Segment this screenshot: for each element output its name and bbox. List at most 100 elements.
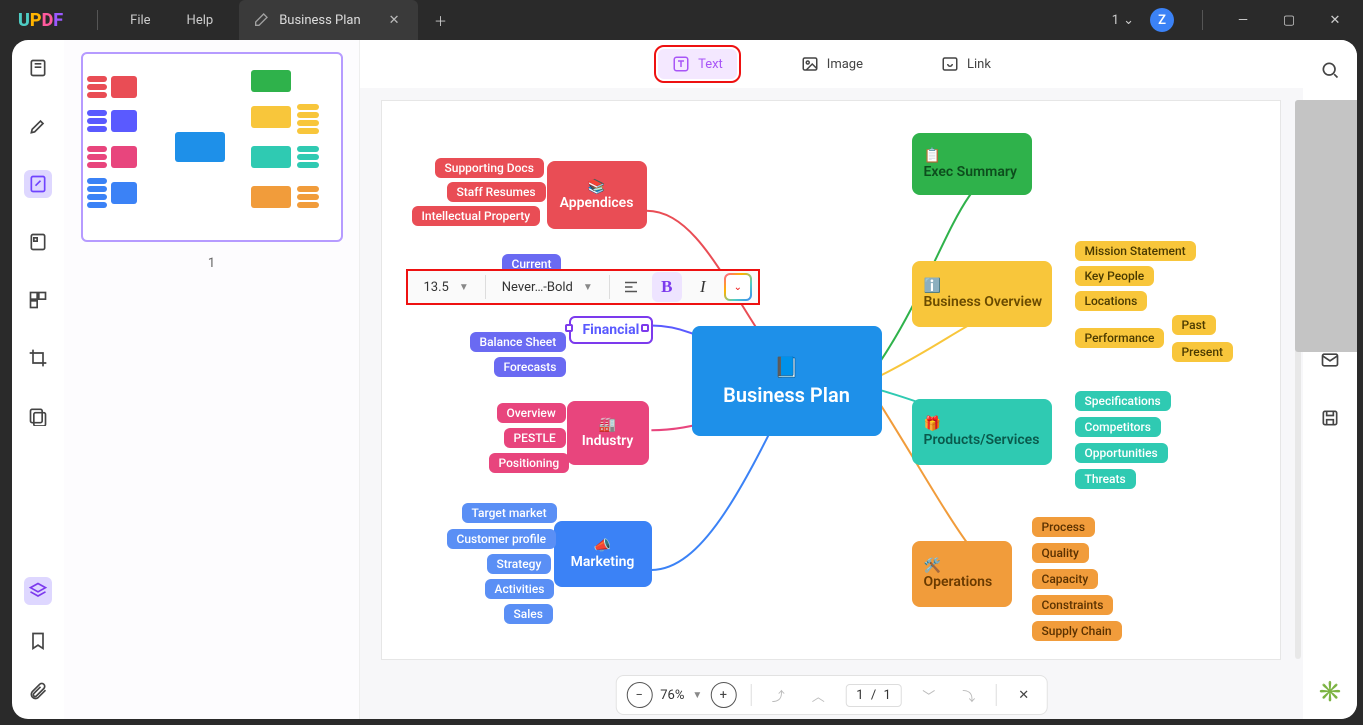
- node-label: Appendices: [560, 195, 634, 211]
- minimize-button[interactable]: —: [1223, 4, 1263, 36]
- zoom-out-button[interactable]: −: [626, 682, 652, 708]
- menu-help[interactable]: Help: [169, 0, 232, 40]
- node-products[interactable]: 🎁 Products/Services: [912, 399, 1052, 465]
- pill-keypeople[interactable]: Key People: [1075, 266, 1155, 286]
- pill-ip[interactable]: Intellectual Property: [412, 206, 541, 226]
- node-marketing[interactable]: 📣 Marketing: [554, 521, 652, 587]
- tools-icon: 🛠️: [924, 558, 941, 574]
- avatar[interactable]: Z: [1150, 8, 1174, 32]
- divider: [485, 275, 486, 299]
- menu-file[interactable]: File: [112, 0, 168, 40]
- image-tool[interactable]: Image: [787, 49, 877, 79]
- document-tab[interactable]: Business Plan ✕: [239, 0, 417, 40]
- reader-icon[interactable]: [24, 54, 52, 82]
- pill-balance[interactable]: Balance Sheet: [470, 332, 567, 352]
- chevron-down-icon: ⌄: [1123, 13, 1134, 28]
- pill-process[interactable]: Process: [1032, 517, 1096, 537]
- pill-activities[interactable]: Activities: [485, 579, 555, 599]
- eraser-icon: [253, 12, 269, 28]
- pill-constraints[interactable]: Constraints: [1032, 595, 1114, 615]
- pill-quality[interactable]: Quality: [1032, 543, 1089, 563]
- zoom-in-button[interactable]: +: [710, 682, 736, 708]
- last-page-button[interactable]: ⤵: [956, 682, 982, 708]
- pill-competitors[interactable]: Competitors: [1075, 417, 1161, 437]
- pill-strategy[interactable]: Strategy: [487, 554, 552, 574]
- maximize-button[interactable]: ▢: [1269, 4, 1309, 36]
- font-size-dropdown[interactable]: 13.5 ▼: [414, 273, 479, 301]
- resize-handle[interactable]: [641, 324, 649, 332]
- scrollbar-thumb[interactable]: [1295, 100, 1357, 352]
- node-center[interactable]: 📘 Business Plan: [692, 326, 882, 436]
- canvas-page[interactable]: 📘 Business Plan 📚 Appendices Supporting …: [381, 100, 1281, 660]
- bold-button[interactable]: B: [652, 272, 682, 302]
- pill-threats[interactable]: Threats: [1075, 469, 1136, 489]
- pill-supporting-docs[interactable]: Supporting Docs: [435, 158, 544, 178]
- form-icon[interactable]: [24, 228, 52, 256]
- node-industry[interactable]: 🏭 Industry: [567, 401, 649, 465]
- next-page-button[interactable]: ﹀: [916, 682, 942, 708]
- gift-icon: 🎁: [924, 416, 941, 432]
- redact-icon[interactable]: [24, 402, 52, 430]
- resize-handle[interactable]: [565, 324, 573, 332]
- chevron-down-icon[interactable]: ▼: [692, 690, 702, 701]
- bookmark-icon[interactable]: [24, 627, 52, 655]
- ai-icon[interactable]: ✳️: [1316, 677, 1344, 705]
- prev-page-button[interactable]: ︿: [805, 682, 831, 708]
- page-sep: /: [871, 688, 876, 703]
- pill-sales[interactable]: Sales: [504, 604, 553, 624]
- pill-supply[interactable]: Supply Chain: [1032, 621, 1122, 641]
- close-tab-icon[interactable]: ✕: [389, 13, 400, 28]
- edit-icon[interactable]: [24, 170, 52, 198]
- highlighter-icon[interactable]: [24, 112, 52, 140]
- workspace: 1 Text Image Link: [12, 40, 1357, 719]
- pill-positioning[interactable]: Positioning: [489, 453, 570, 473]
- align-button[interactable]: [616, 272, 646, 302]
- megaphone-icon: 📣: [594, 538, 611, 554]
- pill-performance[interactable]: Performance: [1075, 328, 1165, 348]
- crop-icon[interactable]: [24, 344, 52, 372]
- pill-target[interactable]: Target market: [462, 503, 557, 523]
- divider: [1202, 10, 1203, 30]
- page-thumbnail[interactable]: [81, 52, 343, 242]
- zoom-value[interactable]: 76%: [660, 688, 684, 703]
- page-indicator[interactable]: 1 / 1: [845, 684, 901, 707]
- window-count[interactable]: 1 ⌄: [1112, 13, 1134, 28]
- vertical-scrollbar[interactable]: [1295, 100, 1301, 659]
- pill-capacity[interactable]: Capacity: [1032, 569, 1099, 589]
- chevron-down-icon: ⌄: [734, 282, 742, 293]
- pill-staff-resumes[interactable]: Staff Resumes: [447, 182, 546, 202]
- pill-locations[interactable]: Locations: [1075, 291, 1148, 311]
- canvas-viewport[interactable]: 📘 Business Plan 📚 Appendices Supporting …: [372, 100, 1289, 707]
- node-exec[interactable]: 📋 Exec Summary: [912, 133, 1032, 195]
- close-button[interactable]: ✕: [1315, 4, 1355, 36]
- text-tool[interactable]: Text: [658, 49, 737, 79]
- pill-past[interactable]: Past: [1172, 315, 1216, 335]
- pill-present[interactable]: Present: [1172, 342, 1234, 362]
- font-family-dropdown[interactable]: Never…-Bold ▼: [492, 273, 603, 301]
- pill-specs[interactable]: Specifications: [1075, 391, 1171, 411]
- node-appendices[interactable]: 📚 Appendices: [547, 161, 647, 229]
- close-footer-button[interactable]: ✕: [1011, 682, 1037, 708]
- font-color-button[interactable]: ⌄: [724, 273, 752, 301]
- layers-icon[interactable]: [24, 577, 52, 605]
- search-icon[interactable]: [1316, 56, 1344, 84]
- node-operations[interactable]: 🛠️ Operations: [912, 541, 1012, 607]
- italic-button[interactable]: I: [688, 272, 718, 302]
- pill-opportunities[interactable]: Opportunities: [1075, 443, 1168, 463]
- link-tool[interactable]: Link: [927, 49, 1005, 79]
- chevron-down-icon: ▼: [459, 282, 469, 293]
- add-tab-button[interactable]: ＋: [430, 9, 452, 31]
- node-label: Business Overview: [924, 294, 1043, 310]
- pill-forecasts[interactable]: Forecasts: [494, 357, 567, 377]
- save-icon[interactable]: [1316, 404, 1344, 432]
- first-page-button[interactable]: ⤴: [765, 682, 791, 708]
- node-overview[interactable]: ℹ️ Business Overview: [912, 261, 1052, 327]
- organize-icon[interactable]: [24, 286, 52, 314]
- divider: [97, 10, 98, 30]
- pill-mission[interactable]: Mission Statement: [1075, 241, 1196, 261]
- pill-customer[interactable]: Customer profile: [447, 529, 557, 549]
- attachment-icon[interactable]: [24, 677, 52, 705]
- text-format-toolbar: 13.5 ▼ Never…-Bold ▼ B I ⌄: [406, 269, 760, 305]
- pill-pestle[interactable]: PESTLE: [504, 428, 566, 448]
- pill-overview[interactable]: Overview: [497, 403, 566, 423]
